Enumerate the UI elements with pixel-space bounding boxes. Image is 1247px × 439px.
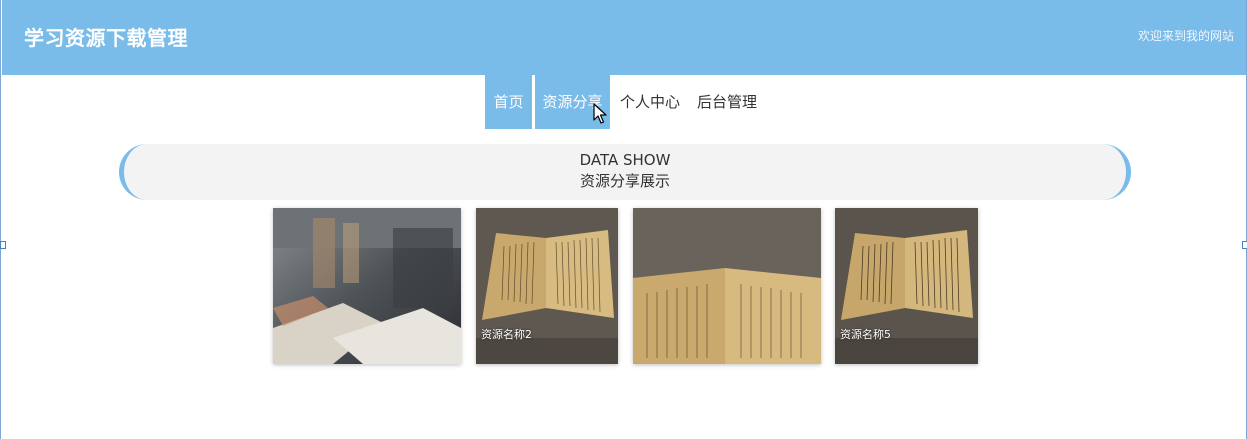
mouse-cursor-icon [593,103,607,124]
banner-title-en: DATA SHOW [579,151,671,169]
nav-item-personal-center[interactable]: 个人中心 [614,75,686,129]
nav-item-admin[interactable]: 后台管理 [691,75,763,129]
resource-card[interactable]: 资源名称5 [835,208,978,364]
resource-card[interactable] [633,208,821,364]
card-caption: 资源名称2 [481,328,532,341]
resource-card[interactable]: 资源名称2 [476,208,618,364]
site-title[interactable]: 学习资源下载管理 [24,22,188,51]
museum-display-image [273,208,461,364]
main-nav: 首页 资源分享 个人中心 后台管理 [1,75,1246,129]
welcome-text: 欢迎来到我的网站 [1137,29,1234,43]
resource-card[interactable] [273,208,461,364]
right-edge-handle [1242,241,1247,249]
old-book-closeup-image [633,208,821,364]
section-banner: DATA SHOW 资源分享展示 [119,144,1131,200]
left-edge-handle [0,241,6,249]
site-header: 学习资源下载管理 欢迎来到我的网站 [2,0,1246,75]
card-caption: 资源名称5 [840,328,891,341]
nav-item-home[interactable]: 首页 [485,75,532,129]
banner-title-cn: 资源分享展示 [579,172,670,190]
